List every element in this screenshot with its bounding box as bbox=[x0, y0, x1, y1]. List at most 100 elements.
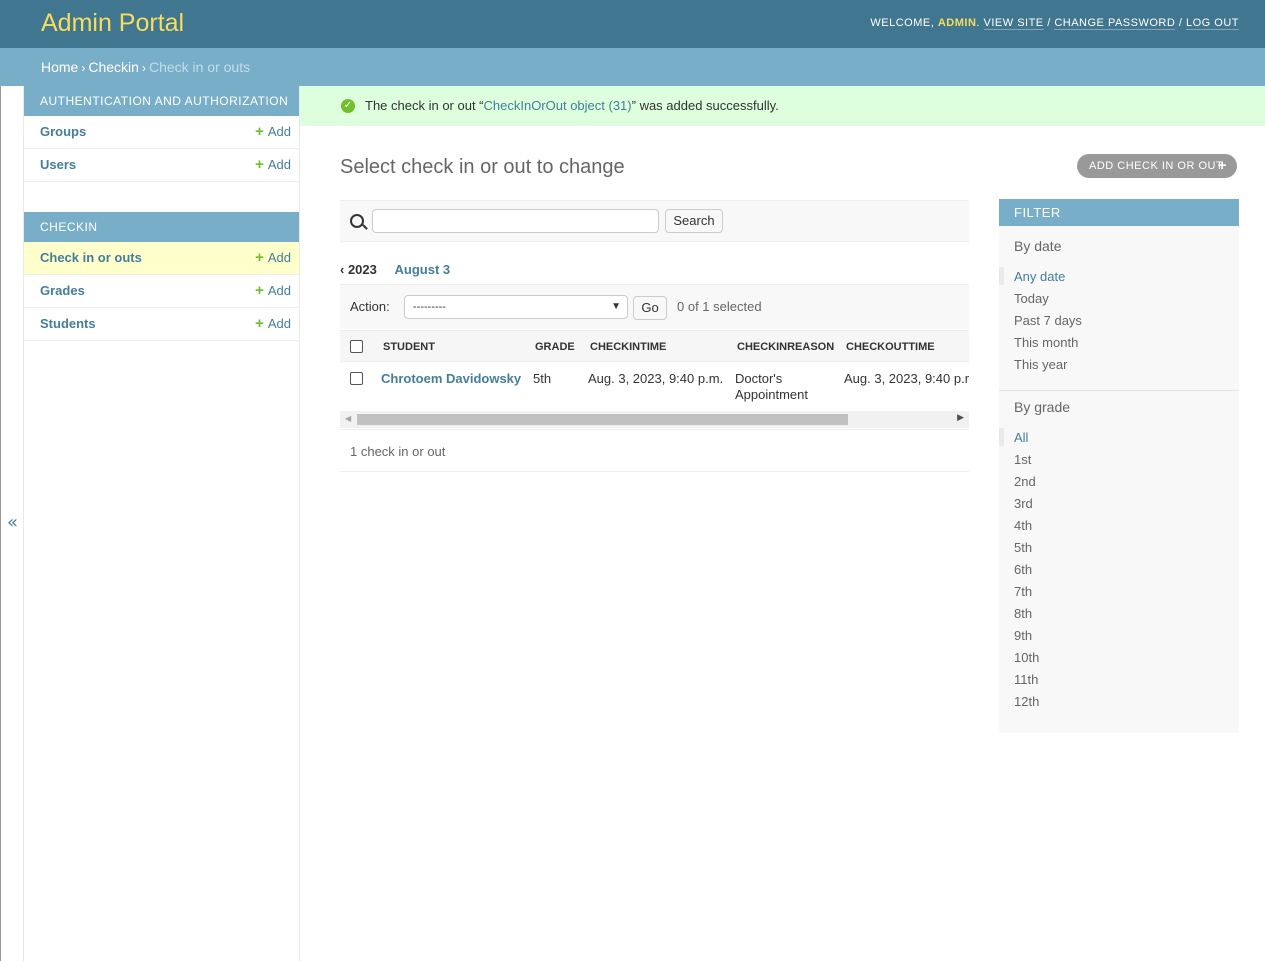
filter-grade-9th[interactable]: 9th bbox=[1014, 628, 1032, 643]
filter-grade-10th[interactable]: 10th bbox=[1014, 650, 1039, 665]
filter-grade-7th[interactable]: 7th bbox=[1014, 584, 1032, 599]
search-icon bbox=[350, 214, 364, 228]
filter-by-grade-title: By grade bbox=[1014, 399, 1071, 415]
sidebar-link-groups[interactable]: Groups bbox=[40, 124, 86, 139]
filter-grade-1st[interactable]: 1st bbox=[1014, 452, 1031, 467]
filter-divider bbox=[999, 390, 1239, 391]
actions-bar: Action: --------- ▼ Go 0 of 1 selected bbox=[340, 284, 969, 329]
cell-checkintime: Aug. 3, 2023, 9:40 p.m. bbox=[588, 371, 724, 386]
added-object-link[interactable]: CheckInOrOut object (31) bbox=[484, 98, 632, 113]
filter-date-this-month[interactable]: This month bbox=[1014, 335, 1078, 350]
cell-grade: 5th bbox=[533, 371, 552, 386]
sidebar-link-students[interactable]: Students bbox=[40, 316, 96, 331]
filter-grade-3rd[interactable]: 3rd bbox=[1014, 496, 1033, 511]
go-button[interactable]: Go bbox=[633, 296, 667, 320]
plus-icon: + bbox=[255, 315, 264, 332]
date-current-month[interactable]: August 3 bbox=[395, 262, 451, 277]
row-checkbox[interactable] bbox=[350, 372, 363, 385]
search-input[interactable] bbox=[372, 209, 659, 233]
add-grades-link[interactable]: + Add bbox=[255, 275, 291, 307]
paginator: 1 check in or out bbox=[340, 429, 969, 472]
column-header-checkinreason[interactable]: Checkinreason bbox=[737, 341, 834, 353]
plus-icon: + bbox=[1217, 157, 1227, 174]
welcome-text: Welcome, bbox=[870, 17, 935, 29]
cell-checkouttime: Aug. 3, 2023, 9:40 p.m. bbox=[844, 371, 969, 386]
breadcrumb-checkin[interactable]: Checkin bbox=[88, 59, 139, 75]
filter-grade-2nd[interactable]: 2nd bbox=[1014, 474, 1036, 489]
cell-checkinreason-line1: Doctor's bbox=[735, 371, 783, 386]
sidebar-item-grades: Grades + Add bbox=[24, 275, 299, 308]
user-tools: Welcome, admin. View site / Change passw… bbox=[870, 17, 1239, 30]
log-out-link[interactable]: Log out bbox=[1185, 17, 1239, 30]
filter-date-any[interactable]: Any date bbox=[1014, 269, 1065, 284]
select-all-checkbox[interactable] bbox=[350, 340, 363, 353]
success-message-text: The check in or out “CheckInOrOut object… bbox=[365, 98, 779, 113]
table-header: Student Grade Checkintime Checkinreason … bbox=[340, 330, 969, 362]
page-title: Select check in or out to change bbox=[340, 156, 625, 178]
result-count: 1 check in or out bbox=[350, 444, 446, 459]
breadcrumb-separator: › bbox=[81, 61, 86, 75]
filter-grade-all[interactable]: All bbox=[1014, 430, 1028, 445]
date-back-link[interactable]: ‹ 2023 bbox=[340, 262, 377, 277]
filter-selected-marker bbox=[999, 267, 1004, 285]
selection-counter: 0 of 1 selected bbox=[677, 299, 762, 314]
add-groups-link[interactable]: + Add bbox=[255, 116, 291, 148]
add-users-link[interactable]: + Add bbox=[255, 149, 291, 181]
add-students-link[interactable]: + Add bbox=[255, 308, 291, 340]
breadcrumb-home[interactable]: Home bbox=[41, 59, 78, 75]
success-check-icon: ✓ bbox=[341, 99, 355, 113]
column-header-grade[interactable]: Grade bbox=[535, 341, 575, 353]
breadcrumb-current: Check in or outs bbox=[148, 59, 251, 75]
search-button[interactable]: Search bbox=[665, 209, 723, 233]
column-header-student[interactable]: Student bbox=[383, 341, 435, 353]
plus-icon: + bbox=[255, 156, 264, 173]
sidebar-link-users[interactable]: Users bbox=[40, 157, 76, 172]
search-toolbar: Search bbox=[340, 200, 969, 242]
toggle-nav-sidebar[interactable]: « bbox=[1, 86, 24, 961]
module-caption-checkin[interactable]: Checkin bbox=[24, 212, 299, 242]
filter-grade-4th[interactable]: 4th bbox=[1014, 518, 1032, 533]
chevron-down-icon: ▼ bbox=[611, 301, 621, 312]
filter-grade-5th[interactable]: 5th bbox=[1014, 540, 1032, 555]
cell-checkinreason-line2: Appointment bbox=[735, 387, 808, 402]
collapse-sidebar-icon[interactable]: « bbox=[7, 512, 18, 533]
horizontal-scrollbar[interactable]: ◀ ▶ bbox=[340, 411, 969, 428]
filter-grade-11th[interactable]: 11th bbox=[1014, 672, 1038, 687]
scroll-left-arrow-icon[interactable]: ◀ bbox=[345, 414, 351, 423]
filter-date-past-7-days[interactable]: Past 7 days bbox=[1014, 313, 1082, 328]
module-auth: Authentication and Authorization Groups … bbox=[24, 86, 299, 182]
column-header-checkintime[interactable]: Checkintime bbox=[590, 341, 666, 353]
filter-grade-6th[interactable]: 6th bbox=[1014, 562, 1032, 577]
module-caption-auth[interactable]: Authentication and Authorization bbox=[24, 86, 299, 116]
site-brand[interactable]: Admin Portal bbox=[41, 9, 184, 38]
filter-by-date-title: By date bbox=[1014, 238, 1062, 254]
filter-panel: Filter By date Any date Today Past 7 day… bbox=[999, 199, 1239, 733]
filter-date-this-year[interactable]: This year bbox=[1014, 357, 1067, 372]
column-header-checkouttime[interactable]: Checkouttime bbox=[846, 341, 935, 353]
action-label: Action: bbox=[350, 299, 390, 314]
add-check-in-or-outs-link[interactable]: + Add bbox=[255, 242, 291, 274]
nav-sidebar: Authentication and Authorization Groups … bbox=[24, 86, 300, 961]
filter-grade-12th[interactable]: 12th bbox=[1014, 694, 1039, 709]
filter-title: Filter bbox=[999, 199, 1239, 226]
breadcrumb-separator: › bbox=[141, 61, 146, 75]
add-check-in-or-out-button[interactable]: Add check in or out + bbox=[1077, 154, 1237, 178]
action-select[interactable]: --------- ▼ bbox=[404, 295, 628, 319]
filter-grade-8th[interactable]: 8th bbox=[1014, 606, 1032, 621]
view-site-link[interactable]: View site bbox=[983, 17, 1044, 30]
scrollbar-thumb[interactable] bbox=[357, 414, 848, 425]
date-hierarchy: ‹ 2023 August 3 bbox=[340, 262, 450, 277]
result-list: Student Grade Checkintime Checkinreason … bbox=[340, 330, 969, 406]
breadcrumb: Home › Checkin › Check in or outs bbox=[0, 48, 1265, 86]
change-password-link[interactable]: Change password bbox=[1054, 17, 1176, 30]
sidebar-link-check-in-or-outs[interactable]: Check in or outs bbox=[40, 250, 142, 265]
plus-icon: + bbox=[255, 123, 264, 140]
success-message: ✓ The check in or out “CheckInOrOut obje… bbox=[300, 86, 1265, 126]
filter-date-today[interactable]: Today bbox=[1014, 291, 1049, 306]
sidebar-link-grades[interactable]: Grades bbox=[40, 283, 85, 298]
username: admin bbox=[937, 17, 977, 29]
filter-selected-marker bbox=[999, 428, 1004, 446]
sidebar-item-check-in-or-outs: Check in or outs + Add bbox=[24, 242, 299, 275]
scroll-right-arrow-icon[interactable]: ▶ bbox=[957, 413, 964, 423]
student-link[interactable]: Chrotoem Davidowsky bbox=[381, 371, 521, 387]
